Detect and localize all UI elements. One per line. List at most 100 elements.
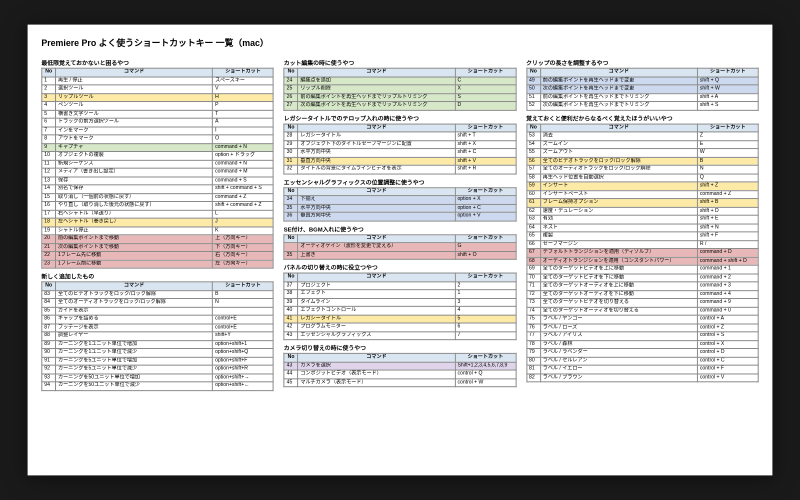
table-row: 61フレーム保持オプションshift + B bbox=[527, 199, 759, 207]
table-row: 26前の編集ポイントを再生ヘッドまでリップルトリミングS bbox=[284, 93, 516, 101]
table-row: 19シャトル停止K bbox=[42, 226, 274, 234]
section-heading: パネルの切り替えの時に役立つやつ bbox=[284, 263, 517, 272]
section-heading: 新しく追加したもの bbox=[41, 272, 274, 281]
table-row: 83全てのビデオトラックをロック/ロック解除B bbox=[42, 290, 274, 298]
table-header-row: Noコマンドショートカット bbox=[284, 234, 516, 242]
table-row: 77ラベル / アイリスcontrol + S bbox=[527, 332, 759, 340]
shortcut-table: Noコマンドショートカット83全てのビデオトラックをロック/ロック解除B84全て… bbox=[41, 281, 274, 390]
table-row: 17右へシャトル（早送り）L bbox=[42, 210, 274, 218]
table-row: 35上書きshift + O bbox=[284, 251, 516, 259]
table-row: 42プログラムモニター6 bbox=[284, 323, 516, 331]
shortcut-table: Noコマンドショートカット1再生 / 停止スペースキー2選択ツールV3リップルツ… bbox=[41, 68, 274, 269]
table-row: 53消去Z bbox=[527, 132, 759, 140]
table-row: 11新規シーケンスcommand + N bbox=[42, 160, 274, 168]
table-row: 44コンポジットビデオ（表示モード）control + Q bbox=[284, 370, 516, 378]
table-row: 31垂直方向中央shift + V bbox=[284, 157, 516, 165]
table-row: 7インをマークI bbox=[42, 127, 274, 135]
shortcut-table: Noコマンドショートカット43カメラを選択Shift+1,2,3,4,5,6,7… bbox=[284, 353, 517, 387]
table-row: 29オブジェクト下のタイトルセーフマージンに配置shift + X bbox=[284, 140, 516, 148]
table-row: 28レガシータイトルshift + T bbox=[284, 132, 516, 140]
table-row: 57全てのオーディオトラックをロック/ロック解除N bbox=[527, 165, 759, 173]
section-heading: 最低限覚えておかないと困るやつ bbox=[41, 58, 274, 67]
table-row: 20前の編集ポイントまで移動上（方向キー） bbox=[42, 235, 274, 243]
table-row: 10オブジェクトの複製option + ドラッグ bbox=[42, 152, 274, 160]
table-row: 12メディア（書き出し設定）command + M bbox=[42, 168, 274, 176]
table-row: 63有効shift + E bbox=[527, 215, 759, 223]
table-row: 80ラベル / セルレアンcontrol + C bbox=[527, 357, 759, 365]
table-row: 67デフォルトトランジションを適用（ディゾルブ）command + D bbox=[527, 249, 759, 257]
table-row: 16やり直し（取り消した後元の状態に戻す）shift + command + Z bbox=[42, 201, 274, 209]
table-row: 79ラベル / ラベンダーcontrol + D bbox=[527, 348, 759, 356]
document-page: Premiere Pro よく使うショートカットキー 一覧（mac） 最低限覚え… bbox=[28, 25, 773, 476]
table-row: 15取り消し（一個前の状態に戻す）command + Z bbox=[42, 193, 274, 201]
table-header-row: Noコマンドショートカット bbox=[284, 124, 516, 132]
table-header-row: Noコマンドショートカット bbox=[527, 124, 759, 132]
table-row: 92カーニングを5ユニット単位で減少option+shift+R bbox=[42, 365, 274, 373]
table-row: 70全てのターゲットビデオを下に移動command + 2 bbox=[527, 274, 759, 282]
shortcut-table: Noコマンドショートカットオーディオゲイン（波形を変更で変える）G35上書きsh… bbox=[284, 234, 517, 260]
table-row: 43エッセンシャルグラフィックス7 bbox=[284, 331, 516, 339]
table-row: 231フレーム前に移動左（方向キー） bbox=[42, 260, 274, 268]
table-row: 5横書き文字ツールT bbox=[42, 110, 274, 118]
shortcut-table: Noコマンドショートカット49前の編集ポイントを再生ヘッドまで変更shift +… bbox=[526, 68, 759, 111]
table-row: 78ラベル / 森林control + X bbox=[527, 340, 759, 348]
table-row: 14別名で保存shift + command + S bbox=[42, 185, 274, 193]
shortcut-table: Noコマンドショートカット34下揃えoption + X35水平方向中央opti… bbox=[284, 187, 517, 221]
table-row: オーディオゲイン（波形を変更で変える）G bbox=[284, 243, 516, 251]
table-row: 66セーフマージンR / bbox=[527, 240, 759, 248]
page-title: Premiere Pro よく使うショートカットキー 一覧（mac） bbox=[41, 36, 758, 49]
section-heading: クリップの長さを調整するやつ bbox=[526, 58, 759, 67]
table-row: 13保存command + S bbox=[42, 177, 274, 185]
table-row: 84全てのオーディオトラックをロック/ロック解除N bbox=[42, 299, 274, 307]
table-header-row: Noコマンドショートカット bbox=[284, 273, 516, 281]
table-row: 221フレーム先に移動右（方向キー） bbox=[42, 251, 274, 259]
table-row: 1再生 / 停止スペースキー bbox=[42, 77, 274, 85]
table-row: 40エフェクトコントロール4 bbox=[284, 306, 516, 314]
table-row: 39タイムライン3 bbox=[284, 298, 516, 306]
table-row: 34下揃えoption + X bbox=[284, 196, 516, 204]
table-row: 85ガイドを表示 bbox=[42, 307, 274, 315]
table-header-row: Noコマンドショートカット bbox=[284, 187, 516, 195]
table-header-row: Noコマンドショートカット bbox=[284, 68, 516, 76]
table-row: 37プロジェクト2 bbox=[284, 281, 516, 289]
section-heading: SE付け、BGM入れに使うやつ bbox=[284, 224, 517, 233]
table-row: 4ペンツールP bbox=[42, 102, 274, 110]
table-row: 38エフェクト1 bbox=[284, 290, 516, 298]
table-row: 49前の編集ポイントを再生ヘッドまで変更shift + Q bbox=[527, 77, 759, 85]
table-row: 75ラベル / ヤンゴーcontrol + A bbox=[527, 315, 759, 323]
table-row: 45マルチカメラ（表示モード）control + W bbox=[284, 378, 516, 386]
table-row: 89カーニングを1ユニット単位で増加option+shift+1 bbox=[42, 340, 274, 348]
shortcut-table: Noコマンドショートカット28レガシータイトルshift + T29オブジェクト… bbox=[284, 123, 517, 174]
shortcut-table: Noコマンドショートカット37プロジェクト238エフェクト139タイムライン34… bbox=[284, 273, 517, 341]
columns: 最低限覚えておかないと困るやつNoコマンドショートカット1再生 / 停止スペース… bbox=[41, 55, 758, 391]
table-row: 76ラベル / ローズcontrol + Z bbox=[527, 324, 759, 332]
table-row: 8アウトをマークO bbox=[42, 135, 274, 143]
table-row: 56全てのビデオトラックをロック/ロック解除B bbox=[527, 157, 759, 165]
table-row: 62速度・デュレーションshift + D bbox=[527, 207, 759, 215]
column-3: クリップの長さを調整するやつNoコマンドショートカット49前の編集ポイントを再生… bbox=[526, 55, 759, 391]
table-row: 93カーニングを50ユニット単位で増加option+shift+→ bbox=[42, 373, 274, 381]
table-row: 91カーニングを5ユニット単位で増加option+shift+F bbox=[42, 357, 274, 365]
table-row: 86ギャップを詰めるcontrol+E bbox=[42, 315, 274, 323]
table-row: 87フッテージを表示control+E bbox=[42, 324, 274, 332]
table-header-row: Noコマンドショートカット bbox=[284, 353, 516, 361]
column-2: カット編集の時に使うやつNoコマンドショートカット24編集点を追加C25リップル… bbox=[284, 55, 517, 391]
table-row: 52次の編集ポイントを再生ヘッドまでトリミングshift + S bbox=[527, 102, 759, 110]
table-row: 58再生ヘッド位置を自動選択Q bbox=[527, 174, 759, 182]
table-row: 43カメラを選択Shift+1,2,3,4,5,6,7,8,9 bbox=[284, 362, 516, 370]
column-1: 最低限覚えておかないと困るやつNoコマンドショートカット1再生 / 停止スペース… bbox=[41, 55, 274, 391]
table-row: 72全てのターゲットオーディオを下に移動command + 4 bbox=[527, 290, 759, 298]
table-row: 59インサートshift + Z bbox=[527, 182, 759, 190]
table-row: 27次の編集ポイントを再生ヘッドまでリップルトリミングD bbox=[284, 102, 516, 110]
table-row: 30水平方向中央shift + C bbox=[284, 149, 516, 157]
shortcut-table: Noコマンドショートカット24編集点を追加C25リップル削除X26前の編集ポイン… bbox=[284, 68, 517, 111]
table-row: 54ズームインE bbox=[527, 140, 759, 148]
table-row: 74全てのターゲットオーディオを切り替えるcommand + 0 bbox=[527, 307, 759, 315]
table-row: 18左へシャトル（巻き戻し）J bbox=[42, 218, 274, 226]
table-row: 41レガシータイトル5 bbox=[284, 315, 516, 323]
table-row: 82ラベル / ブラウンcontrol + V bbox=[527, 373, 759, 381]
section-heading: レガシータイトルでのテロップ入れの時に使うやつ bbox=[284, 113, 517, 122]
table-row: 90カーニングを1ユニット単位で減少option+shift+Q bbox=[42, 348, 274, 356]
table-row: 6トラックの前方選択ツールA bbox=[42, 118, 274, 126]
table-row: 35水平方向中央option + C bbox=[284, 204, 516, 212]
